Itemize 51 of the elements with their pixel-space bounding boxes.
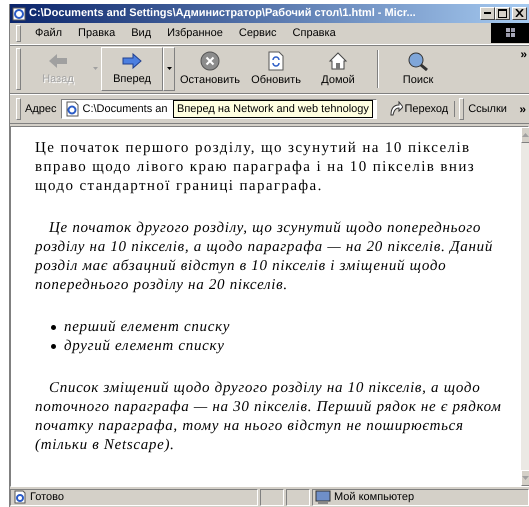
menu-item[interactable]: Избранное bbox=[159, 27, 231, 40]
window-title: C:\Documents and Settings\Администратор\Рабочий стол\1.html - Micr... bbox=[29, 7, 417, 20]
zone-text: Мой компьютер bbox=[334, 491, 414, 504]
scroll-down-button[interactable] bbox=[521, 470, 529, 486]
status-text: Готово bbox=[30, 491, 64, 504]
stop-icon bbox=[200, 51, 220, 72]
right-arrow-icon bbox=[121, 52, 143, 70]
more-chevron[interactable]: » bbox=[520, 46, 527, 61]
minimize-icon bbox=[484, 12, 491, 14]
dropdown-button[interactable] bbox=[163, 46, 175, 91]
refresh-button[interactable]: Обновить bbox=[245, 46, 308, 91]
list-item: перший елемент списку bbox=[64, 318, 230, 337]
paragraph: Це початок першого розділу, що зсунутий на 10 пікселів вправо щодо лівого краю параграфа і на 10 пікселів вниз щодо стандартної границі параграфа. bbox=[35, 138, 476, 196]
forward-button[interactable]: Вперед bbox=[101, 46, 163, 91]
tooltip: Вперед на Network and web tehnology bbox=[173, 100, 373, 118]
refresh-icon bbox=[267, 51, 286, 72]
caret-icon bbox=[92, 67, 98, 70]
address-label: Адрес bbox=[25, 102, 56, 115]
page-icon bbox=[13, 490, 27, 504]
house-icon bbox=[328, 51, 348, 72]
scroll-up-button[interactable] bbox=[521, 126, 529, 143]
go-button[interactable]: Переход bbox=[384, 100, 456, 117]
up-arrow-icon bbox=[522, 132, 529, 137]
menu-item[interactable]: Сервис bbox=[230, 27, 285, 40]
stop-button[interactable]: Остановить bbox=[175, 46, 246, 91]
close-icon bbox=[515, 9, 524, 18]
maximize-button[interactable] bbox=[495, 6, 510, 20]
menu-item[interactable]: Правка bbox=[70, 27, 124, 40]
left-arrow-icon bbox=[47, 52, 69, 70]
browser-icon bbox=[12, 6, 27, 21]
search-button[interactable]: Поиск bbox=[387, 46, 450, 91]
menu-item[interactable]: Вид bbox=[123, 27, 160, 40]
curved-arrow-icon bbox=[388, 100, 402, 117]
down-arrow-icon bbox=[522, 476, 529, 480]
caret-icon bbox=[166, 67, 172, 70]
menu-item[interactable]: Файл bbox=[27, 27, 70, 40]
home-button[interactable]: Домой bbox=[307, 46, 370, 91]
close-button[interactable] bbox=[512, 6, 527, 20]
maximize-icon bbox=[498, 8, 507, 18]
bullet-icon bbox=[51, 324, 56, 330]
more-chevron[interactable]: » bbox=[519, 102, 526, 116]
list-item: другий елемент списку bbox=[64, 336, 225, 356]
paragraph: Список зміщений щодо другого розділу на 10 пікселів, а щодо поточного параграфа — на 30 пікселів. Перший рядок не є рядком початку параграфа, тому на нього відступ не поширюється (тільки в Netscape). bbox=[35, 378, 503, 455]
links-label[interactable]: Ссылки bbox=[468, 102, 507, 115]
menu-item[interactable]: Справка bbox=[284, 27, 344, 40]
minimize-button[interactable] bbox=[480, 6, 495, 20]
paragraph: Це початок другого розділу, що зсунутий щодо попереднього розділу на 10 пікселів, а щодо параграфа — на 20 пікселів. Даний розділ має абзацний відступ в 10 пікселів і зміщений щодо попереднього розділу на 20 пікселів. bbox=[35, 218, 494, 295]
bullet-icon bbox=[51, 344, 56, 349]
page-icon bbox=[64, 100, 80, 117]
windows-logo-icon bbox=[491, 23, 529, 44]
magnifier-icon bbox=[407, 51, 430, 72]
